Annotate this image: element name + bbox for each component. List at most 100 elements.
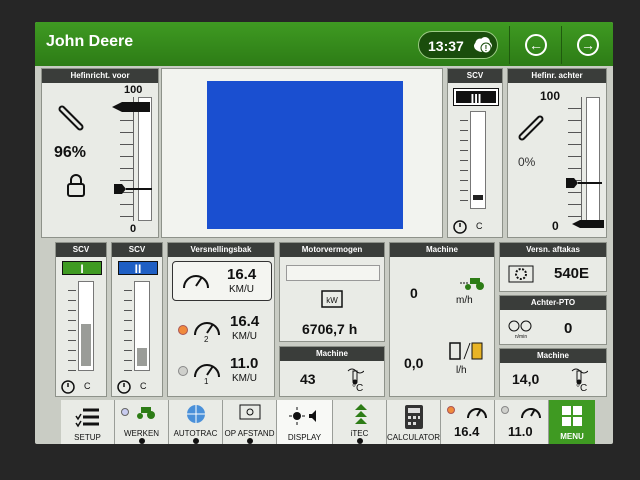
werken-label: WERKEN: [123, 429, 160, 438]
clock-time: 13:37: [428, 38, 464, 54]
fuel-rate-icon: [449, 342, 483, 360]
machine-temp-unit: °C: [352, 383, 364, 394]
autotrac-globe-icon: [187, 405, 205, 423]
front-hitch-min: 0: [130, 223, 137, 235]
front-hitch-target-marker: [112, 102, 150, 112]
menu-grid-icon: [562, 406, 582, 426]
scv-i-gauge: [78, 281, 94, 371]
thermometer-icon: [347, 368, 364, 385]
machine-right-unit: °C: [576, 383, 588, 394]
svg-text:!: !: [485, 44, 488, 53]
svg-text:n/min: n/min: [515, 334, 527, 340]
hitch-link-icon: [58, 105, 84, 131]
tractor-icon: [460, 278, 484, 290]
scv-iii-gauge: [470, 111, 486, 209]
arrow-right-icon: →: [577, 34, 599, 56]
pto-speed-panel[interactable]: Versn. aftakas 540E: [499, 242, 607, 292]
display-button[interactable]: DISPLAY: [277, 400, 333, 444]
engine-power-title: Motorvermogen: [280, 243, 384, 257]
scv-iii-scale: [460, 111, 468, 209]
front-hitch-title: Hefinricht. voor: [42, 69, 158, 83]
scv-i-badge: I: [62, 261, 102, 276]
clock-status[interactable]: 13:37 !: [418, 31, 498, 59]
display-screen: John Deere 13:37 ! ← → Hefinricht. voor …: [35, 22, 613, 444]
op-afstand-button[interactable]: OP AFSTAND: [223, 400, 277, 444]
display-label: DISPLAY: [287, 433, 322, 442]
rear-hitch-panel[interactable]: Hefinr. achter 100 0 0%: [507, 68, 607, 238]
forward-button[interactable]: →: [561, 26, 613, 64]
speed-b-button[interactable]: 11.0: [495, 400, 549, 444]
gearbox-panel[interactable]: Versnellingsbak 16.4 KM/U 2 16.4 KM/U 1 …: [167, 242, 275, 397]
menu-label: MENU: [560, 432, 584, 441]
speedometer-icon: [521, 408, 541, 419]
front-hitch-position-marker: [114, 184, 152, 194]
itec-label: iTEC: [350, 429, 369, 438]
scv-iii-level: [473, 195, 483, 200]
machine-right-panel[interactable]: Machine 14,0 °C: [499, 348, 607, 397]
scv-i-scale: [68, 281, 76, 371]
scv-iii-mode: C: [476, 221, 483, 231]
gear-1-value: 11.0: [230, 355, 259, 372]
scv-ii-badge: II: [118, 261, 158, 276]
speed-a-button[interactable]: 16.4: [441, 400, 495, 444]
rear-pto-icon: n/min: [508, 320, 532, 340]
engine-hours: 6706,7 h: [302, 321, 358, 337]
scv-ii-panel[interactable]: SCV II C: [111, 242, 163, 397]
scv-i-panel[interactable]: SCV I C: [55, 242, 107, 397]
rear-hitch-percent: 0%: [518, 155, 536, 169]
engine-power-panel[interactable]: Motorvermogen kW 6706,7 h: [279, 242, 385, 342]
gear-inactive-indicator: [178, 366, 188, 376]
front-hitch-panel[interactable]: Hefinricht. voor 96% 100 0: [41, 68, 159, 238]
scv-ii-level: [137, 348, 147, 366]
machine-temp-panel[interactable]: Machine 43 °C: [279, 346, 385, 397]
scv-ii-scale: [124, 281, 132, 371]
cloud-alert-icon: !: [474, 37, 492, 54]
menu-button[interactable]: MENU: [549, 400, 595, 444]
brand-title: John Deere: [46, 33, 134, 50]
camera-feed: [207, 81, 403, 229]
rear-pto-panel[interactable]: Achter-PTO n/min 0: [499, 295, 607, 345]
werken-page-dot: [138, 438, 145, 444]
rear-hitch-target-marker: [572, 220, 604, 228]
werken-status-indicator: [121, 408, 129, 416]
remote-icon: [239, 404, 261, 420]
timer-icon: [117, 380, 131, 394]
brightness-volume-icon: [289, 407, 316, 425]
machine-temp-value: 43: [300, 371, 316, 387]
front-hitch-scale: [120, 97, 134, 221]
top-bar: John Deere 13:37 ! ← →: [35, 22, 613, 66]
machine-panel[interactable]: Machine 0 m/h 0,0 l/h: [389, 242, 495, 397]
setup-button[interactable]: SETUP: [61, 400, 115, 444]
svg-text:kW: kW: [326, 296, 338, 305]
gear-1-label: 1: [204, 377, 209, 386]
machine-fuel-unit: l/h: [456, 365, 467, 376]
gearbox-speed-value: 16.4: [227, 266, 257, 283]
rear-hitch-max: 100: [540, 89, 561, 103]
rear-pto-title: Achter-PTO: [500, 296, 606, 310]
machine-speed-value: 0: [410, 285, 418, 301]
machine-right-title: Machine: [500, 349, 606, 363]
speed-a-value: 16.4: [454, 424, 480, 439]
gear-2-unit: KM/U: [232, 331, 257, 342]
arrow-left-icon: ←: [525, 34, 547, 56]
itec-button[interactable]: iTEC: [333, 400, 387, 444]
scv-i-title: SCV: [56, 243, 106, 257]
back-button[interactable]: ←: [509, 26, 561, 64]
autotrac-button[interactable]: AUTOTRAC: [169, 400, 223, 444]
machine-speed-unit: m/h: [456, 295, 473, 306]
op-afstand-page-dot: [246, 438, 253, 444]
machine-temp-title: Machine: [280, 347, 384, 361]
camera-panel[interactable]: [161, 68, 443, 238]
scv-iii-title: SCV: [448, 69, 502, 83]
scv-ii-title: SCV: [112, 243, 162, 257]
scv-iii-panel[interactable]: SCV III C: [447, 68, 503, 238]
speedometer-icon: [467, 408, 487, 419]
gearbox-title: Versnellingsbak: [168, 243, 274, 257]
front-hitch-max: 100: [124, 84, 143, 96]
werken-button[interactable]: WERKEN: [115, 400, 169, 444]
calculator-button[interactable]: CALCULATOR: [387, 400, 441, 444]
autotrac-page-dot: [192, 438, 199, 444]
pto-speed-value: 540E: [554, 265, 590, 282]
calculator-label: CALCULATOR: [387, 433, 441, 442]
rear-pto-value: 0: [564, 320, 573, 337]
